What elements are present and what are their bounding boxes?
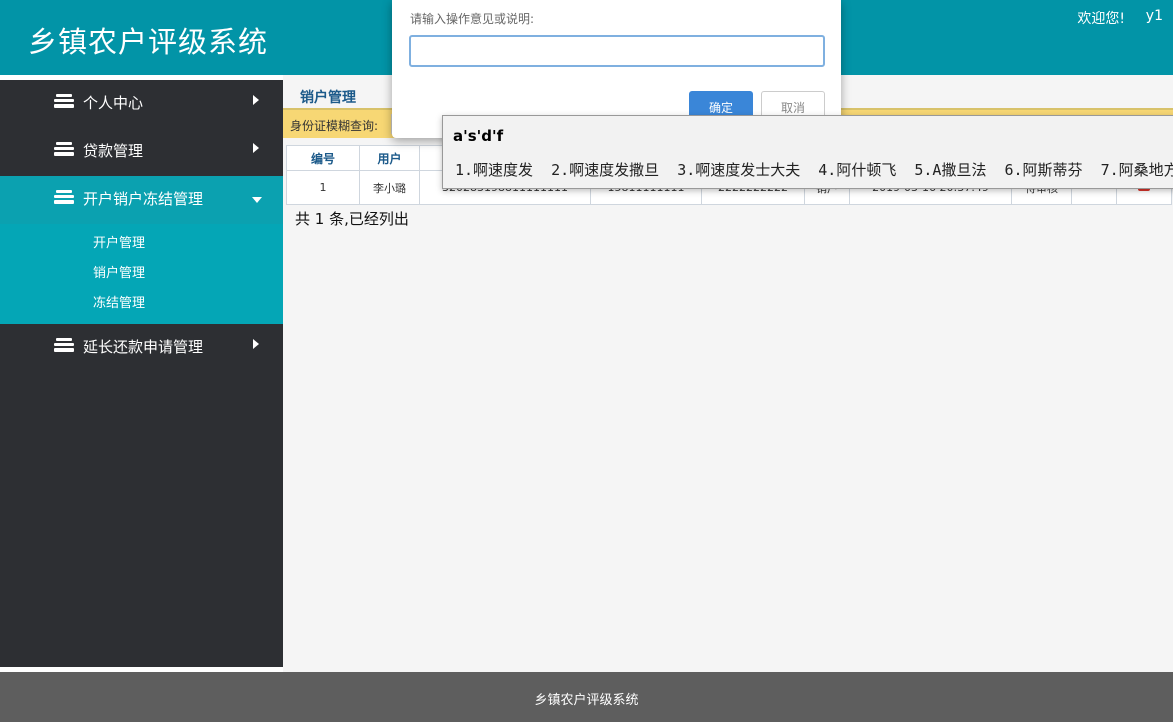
footer-text: 乡镇农户评级系统 (534, 693, 639, 708)
ime-candidate[interactable]: 4.阿什顿飞 (818, 161, 896, 179)
ime-candidate[interactable]: 6.阿斯蒂芬 (1005, 161, 1083, 179)
layers-icon (54, 338, 74, 352)
welcome-text: 欢迎您! (1077, 11, 1125, 27)
search-label: 身份证模糊查询: (290, 119, 379, 133)
sidebar-item-label: 贷款管理 (83, 142, 144, 160)
sidebar-item-label: 开户销户冻结管理 (83, 190, 204, 208)
sidebar-item-loan-management[interactable]: 贷款管理 (0, 128, 283, 176)
ime-candidate-list: 1.啊速度发 2.啊速度发撒旦 3.啊速度发士大夫 4.阿什顿飞 5.A撒旦法 … (455, 159, 1173, 180)
ime-candidate[interactable]: 1.啊速度发 (455, 161, 533, 179)
caret-right-icon (253, 339, 259, 349)
caret-down-icon (252, 197, 262, 203)
dialog-label: 请输入操作意见或说明: (410, 12, 535, 26)
username-link[interactable]: y1 (1146, 8, 1163, 24)
submenu-item-freeze[interactable]: 冻结管理 (0, 294, 283, 324)
cell-id: 1 (286, 170, 360, 205)
layers-icon (54, 142, 74, 156)
submenu-item-close-account[interactable]: 销户管理 (0, 264, 283, 294)
page-title: 销户管理 (300, 90, 356, 106)
column-header-user: 用户 (359, 145, 420, 171)
ime-candidate[interactable]: 3.啊速度发士大夫 (677, 161, 800, 179)
ime-composition: a's'd'f (453, 127, 504, 145)
app-title: 乡镇农户评级系统 (28, 25, 269, 59)
opinion-input[interactable] (409, 35, 825, 67)
ime-candidate[interactable]: 7.阿桑地方 (1101, 161, 1173, 179)
caret-right-icon (253, 143, 259, 153)
ime-candidate[interactable]: 2.啊速度发撒旦 (551, 161, 659, 179)
sidebar-item-label: 个人中心 (83, 94, 144, 112)
footer: 乡镇农户评级系统 (0, 672, 1173, 722)
ime-candidate[interactable]: 5.A撒旦法 (914, 161, 986, 179)
submenu-account: 开户管理 销户管理 冻结管理 (0, 224, 283, 324)
sidebar-item-personal-center[interactable]: 个人中心 (0, 80, 283, 128)
layers-icon (54, 94, 74, 108)
sidebar: 个人中心 贷款管理 开户销户冻结管理 开户管理 销户管理 冻结管理 延长还款申请… (0, 80, 283, 667)
sidebar-item-label: 延长还款申请管理 (83, 338, 204, 356)
caret-right-icon (253, 95, 259, 105)
cell-user: 李小璐 (359, 170, 420, 205)
ime-candidate-window: a's'd'f 1.啊速度发 2.啊速度发撒旦 3.啊速度发士大夫 4.阿什顿飞… (442, 115, 1173, 189)
record-count: 共 1 条,已经列出 (295, 210, 409, 228)
submenu-item-open-account[interactable]: 开户管理 (0, 234, 283, 264)
layers-icon (54, 190, 74, 204)
column-header-id: 编号 (286, 145, 360, 171)
sidebar-item-account-management[interactable]: 开户销户冻结管理 (0, 176, 283, 224)
sidebar-item-extension-management[interactable]: 延长还款申请管理 (0, 324, 283, 372)
